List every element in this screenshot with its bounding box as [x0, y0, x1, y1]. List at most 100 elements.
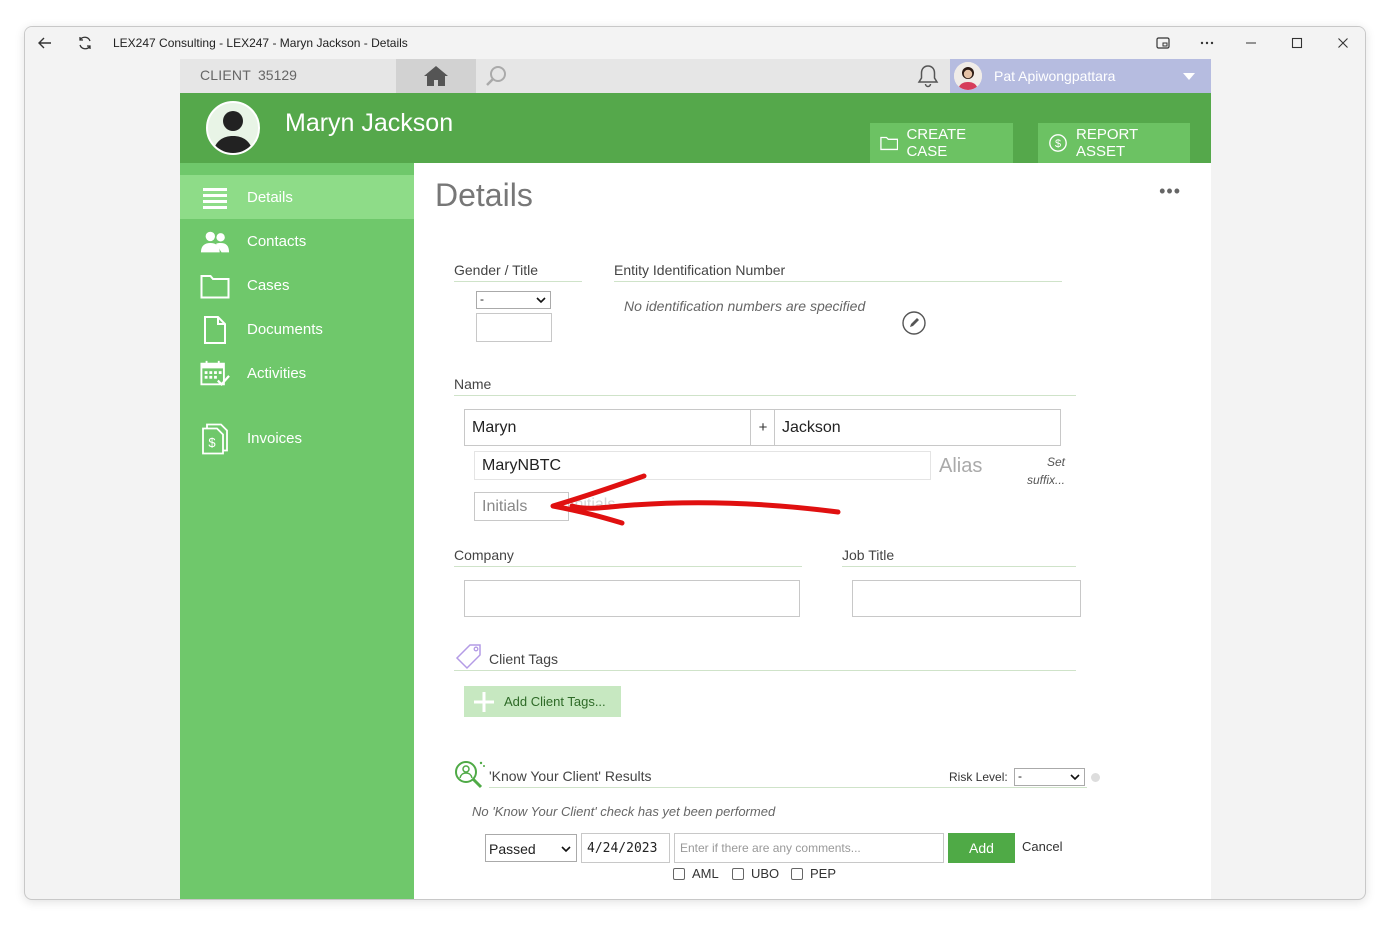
cast-icon[interactable]: [1151, 31, 1175, 55]
search-button[interactable]: [476, 59, 516, 93]
more-options-icon[interactable]: [1195, 31, 1219, 55]
risk-level-label: Risk Level:: [949, 770, 1008, 784]
sidebar-item-details[interactable]: Details: [180, 175, 414, 219]
home-button[interactable]: [396, 59, 476, 93]
sidebar-item-label: Contacts: [247, 233, 307, 250]
title-bar: LEX247 Consulting - LEX247 - Maryn Jacks…: [25, 27, 1365, 59]
sidebar-item-documents[interactable]: Documents: [180, 307, 414, 351]
sidebar: Details Contacts Cases Documents Activit…: [180, 163, 414, 899]
report-asset-label: REPORT ASSET: [1075, 126, 1138, 160]
kyc-result-value: Passed: [489, 841, 536, 857]
company-label: Company: [454, 547, 514, 563]
kyc-comments-input[interactable]: Enter if there are any comments...: [674, 833, 944, 863]
kyc-result-select[interactable]: Passed: [485, 834, 577, 862]
add-client-tags-label: Add Client Tags...: [504, 694, 606, 709]
set-suffix-link[interactable]: Set suffix...: [1017, 453, 1065, 489]
entity-id-label: Entity Identification Number: [614, 262, 786, 278]
pep-label: PEP: [810, 866, 837, 881]
divider: [614, 281, 1062, 282]
gender-title-label: Gender / Title: [454, 262, 539, 278]
first-name-input[interactable]: Maryn: [464, 409, 751, 446]
kyc-comments-placeholder: Enter if there are any comments...: [680, 841, 861, 855]
kyc-empty-text: No 'Know Your Client' check has yet been…: [472, 804, 776, 819]
user-menu[interactable]: Pat Apiwongpattara: [950, 59, 1211, 93]
user-name: Pat Apiwongpattara: [994, 68, 1116, 84]
edit-pencil-icon[interactable]: [902, 311, 926, 335]
sidebar-item-invoices[interactable]: $ Invoices: [180, 416, 414, 460]
alias-label: Alias: [939, 455, 983, 477]
back-arrow-icon[interactable]: [33, 31, 57, 55]
home-icon: [424, 66, 448, 86]
initials-input[interactable]: Initials: [474, 492, 569, 521]
divider: [454, 670, 1076, 671]
add-name-part-button[interactable]: +: [751, 409, 775, 446]
client-id: 35129: [258, 67, 297, 83]
alias-input[interactable]: MaryNBTC: [474, 451, 931, 480]
last-name-input[interactable]: Jackson: [774, 409, 1061, 446]
ubo-checkbox[interactable]: UBO: [732, 866, 779, 881]
aml-checkbox[interactable]: AML: [673, 866, 719, 881]
maximize-icon[interactable]: [1285, 31, 1309, 55]
divider: [454, 566, 802, 567]
checkbox-box: [791, 867, 803, 880]
pep-checkbox[interactable]: PEP: [791, 866, 836, 881]
checkbox-box: [732, 867, 744, 880]
document-icon: [200, 315, 230, 345]
add-client-tags-button[interactable]: Add Client Tags...: [464, 686, 621, 717]
kyc-cancel-link[interactable]: Cancel: [1022, 839, 1062, 854]
plus-icon: [474, 691, 494, 712]
title-input[interactable]: [476, 313, 552, 342]
svg-text:$: $: [208, 435, 216, 450]
user-avatar: [954, 62, 982, 90]
create-case-label: CREATE CASE: [906, 126, 967, 160]
kyc-date-input[interactable]: 4/24/2023: [581, 833, 670, 863]
risk-level-value: -: [1018, 769, 1022, 783]
kyc-label: 'Know Your Client' Results: [489, 768, 652, 784]
sidebar-item-label: Details: [247, 189, 293, 206]
divider: [454, 395, 1076, 396]
minimize-icon[interactable]: [1239, 31, 1263, 55]
client-tags-label: Client Tags: [489, 651, 559, 667]
sidebar-item-cases[interactable]: Cases: [180, 263, 414, 307]
divider: [489, 787, 1087, 788]
sidebar-item-activities[interactable]: Activities: [180, 351, 414, 395]
sidebar-item-contacts[interactable]: Contacts: [180, 219, 414, 263]
close-icon[interactable]: [1331, 31, 1355, 55]
more-options-button[interactable]: •••: [1159, 181, 1181, 202]
report-asset-button[interactable]: $ REPORT ASSET: [1038, 123, 1190, 163]
app-window: LEX247 Consulting - LEX247 - Maryn Jacks…: [24, 26, 1366, 900]
chevron-down-icon: [536, 297, 546, 304]
aml-label: AML: [692, 866, 719, 881]
job-title-label: Job Title: [842, 547, 895, 563]
company-input[interactable]: [464, 580, 800, 617]
divider: [842, 566, 1076, 567]
gender-select[interactable]: -: [476, 291, 551, 309]
refresh-icon[interactable]: [73, 31, 97, 55]
tag-icon: [454, 643, 484, 671]
kyc-search-icon: [452, 759, 486, 791]
client-header: Maryn Jackson CREATE CASE $ REPORT ASSET: [180, 93, 1211, 163]
checkbox-box: [673, 867, 685, 880]
kyc-add-button[interactable]: Add: [948, 833, 1015, 863]
risk-status-dot: [1091, 773, 1100, 782]
window-title: LEX247 Consulting - LEX247 - Maryn Jacks…: [113, 36, 408, 50]
name-label: Name: [454, 376, 492, 392]
dollar-circle-icon: $: [1049, 134, 1067, 152]
client-avatar: [206, 101, 260, 155]
bell-icon[interactable]: [915, 63, 941, 89]
job-title-input[interactable]: [852, 580, 1081, 617]
sidebar-item-label: Invoices: [247, 430, 303, 447]
ubo-label: UBO: [751, 866, 780, 881]
risk-level-select[interactable]: -: [1014, 768, 1085, 786]
folder-icon: [880, 136, 899, 151]
top-bar: CLIENT 35129 Pat Apiwongpattara: [180, 59, 1211, 93]
chevron-down-icon: [1070, 774, 1080, 781]
client-label: CLIENT: [200, 67, 251, 83]
entity-id-empty-text: No identification numbers are specified: [624, 298, 866, 314]
invoice-icon: $: [200, 423, 230, 455]
chevron-down-icon: [561, 846, 571, 853]
sidebar-item-label: Documents: [247, 321, 323, 338]
create-case-button[interactable]: CREATE CASE: [870, 123, 1013, 163]
client-name: Maryn Jackson: [285, 109, 454, 137]
details-panel: Details ••• Gender / Title - Entity Iden…: [414, 163, 1211, 899]
